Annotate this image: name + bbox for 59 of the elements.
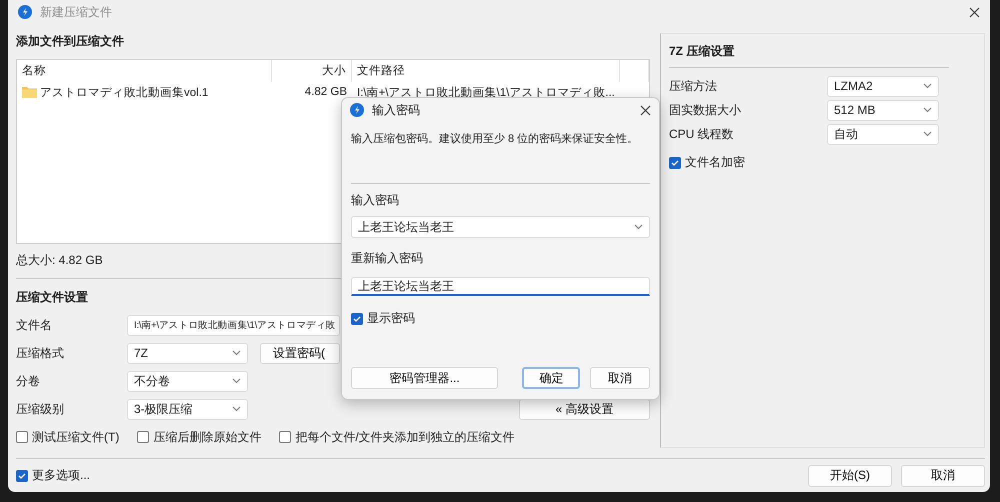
field-label: 输入密码 <box>351 192 400 208</box>
chevron-icon <box>232 350 241 356</box>
checkbox[interactable]: 文件名加密 <box>669 154 976 171</box>
table-cell-text: I:\南+\アストロ敗北動画集\1\アストロマディ敗... <box>356 86 616 100</box>
section-heading: 压缩文件设置 <box>16 289 89 305</box>
dialog-button[interactable]: 取消 <box>901 464 985 486</box>
field-label: 重新输入密码 <box>351 250 424 266</box>
dropdown[interactable]: 512 MB <box>827 100 939 120</box>
filename-field[interactable]: I:\南+\アストロ敗北動画集\1\アストロマディ敗 <box>127 314 340 336</box>
advanced-settings-button[interactable]: « 高级设置 <box>519 398 650 420</box>
dialog-button[interactable]: 密码管理器... <box>351 367 498 389</box>
set-password-button[interactable]: 设置密码( <box>260 342 340 364</box>
field-label: 压缩级别 <box>16 400 65 418</box>
password-combo[interactable]: 上老王论坛当老王 <box>351 216 650 238</box>
password-field[interactable]: 上老王论坛当老王 <box>351 277 650 296</box>
chevron-icon <box>923 107 932 113</box>
dropdown[interactable]: 7Z <box>127 342 248 364</box>
hint-text: 输入压缩包密码。建议使用至少 8 位的密码来保证安全性。 <box>351 132 638 147</box>
checkmark-icon <box>353 314 361 322</box>
app-logo-icon <box>350 103 364 117</box>
checkbox[interactable]: 显示密码 <box>351 310 650 327</box>
field-label: CPU 线程数 <box>669 126 735 142</box>
field-label: 分卷 <box>16 372 41 390</box>
chevron-icon <box>923 131 932 137</box>
field-label: 压缩格式 <box>16 344 65 362</box>
dialog-button[interactable]: 确定 <box>522 367 580 389</box>
checkbox[interactable]: 测试压缩文件(T) <box>16 428 120 446</box>
close-icon[interactable] <box>969 6 980 18</box>
checkmark-icon <box>671 158 679 166</box>
chevron-icon <box>634 224 643 230</box>
dropdown[interactable]: LZMA2 <box>827 76 939 96</box>
column-header[interactable]: 名称 <box>17 60 272 82</box>
dropdown[interactable]: 不分卷 <box>127 370 248 392</box>
checkbox[interactable]: 把每个文件/文件夹添加到独立的压缩文件 <box>279 428 515 446</box>
column-header[interactable]: 文件路径 <box>352 60 620 82</box>
field-label: 压缩方法 <box>669 78 718 94</box>
folder-icon <box>22 86 37 98</box>
chevron-icon <box>232 378 241 384</box>
chevron-icon <box>232 406 241 412</box>
table-cell-text: アストロマディ敗北動画集vol.1 <box>40 86 208 100</box>
field-label: 固实数据大小 <box>669 102 742 118</box>
section-heading: 7Z 压缩设置 <box>669 44 734 58</box>
dialog-title: 输入密码 <box>372 102 421 118</box>
field-label: 文件名 <box>16 316 53 334</box>
dropdown[interactable]: 3-极限压缩 <box>127 398 248 420</box>
close-icon[interactable] <box>640 104 651 116</box>
column-header[interactable]: 大小 <box>272 60 352 82</box>
table-cell-text: 4.82 GB <box>304 86 348 98</box>
section-heading: 添加文件到压缩文件 <box>16 33 125 49</box>
checkbox[interactable]: 更多选项... <box>16 467 90 484</box>
app-logo-icon <box>18 5 32 19</box>
total-size: 总大小: 4.82 GB <box>16 252 103 268</box>
checkmark-icon <box>18 472 26 480</box>
dropdown[interactable]: 自动 <box>827 124 939 144</box>
chevron-icon <box>923 83 932 89</box>
window-title: 新建压缩文件 <box>40 4 113 20</box>
checkbox[interactable]: 压缩后删除原始文件 <box>137 428 262 446</box>
dialog-button[interactable]: 取消 <box>590 367 650 389</box>
dialog-button[interactable]: 开始(S) <box>808 464 892 486</box>
